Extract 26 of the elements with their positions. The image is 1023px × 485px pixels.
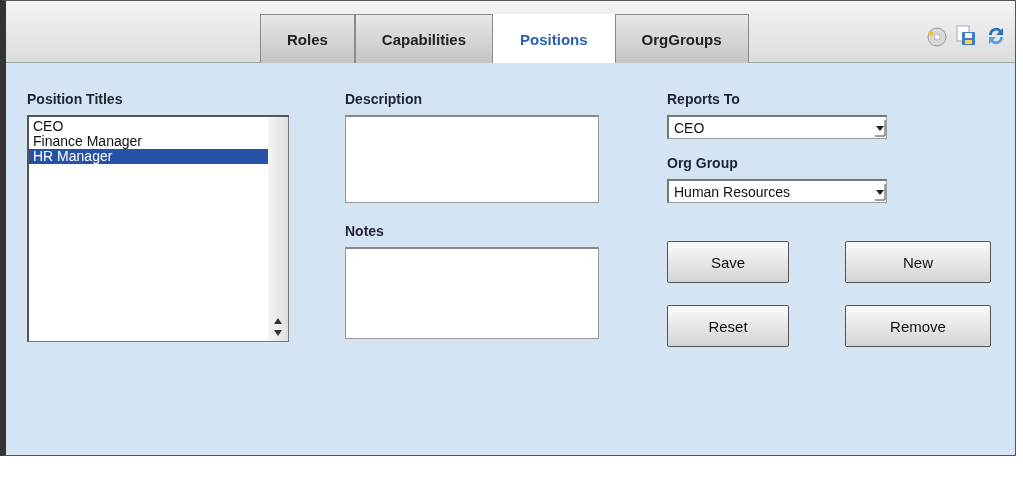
- list-item[interactable]: HR Manager: [29, 149, 268, 164]
- tab[interactable]: Positions: [493, 14, 615, 63]
- list-item[interactable]: Finance Manager: [29, 134, 268, 149]
- list-item[interactable]: CEO: [29, 119, 268, 134]
- notes-field[interactable]: [345, 247, 599, 339]
- field-label: Description: [345, 91, 423, 107]
- dropdown-arrow-icon: [874, 182, 886, 201]
- select-value: Human Resources: [673, 183, 791, 200]
- description-field[interactable]: [345, 115, 599, 203]
- action-button[interactable]: Remove: [845, 305, 991, 347]
- action-button[interactable]: Save: [667, 241, 789, 283]
- dropdown-arrow-icon: [874, 118, 886, 137]
- field-label: Reports To: [667, 91, 741, 107]
- reports-to-dropdown[interactable]: CEO: [667, 115, 887, 139]
- save-icon[interactable]: [955, 25, 977, 47]
- action-button[interactable]: New: [845, 241, 991, 283]
- field-label: Org Group: [667, 155, 739, 171]
- field-label: Position Titles: [27, 91, 124, 107]
- tab[interactable]: Capabilities: [354, 14, 494, 63]
- org-group-dropdown[interactable]: Human Resources: [667, 179, 887, 203]
- field-label: Notes: [345, 223, 385, 239]
- select-value: CEO: [673, 119, 706, 136]
- disc-icon[interactable]: [925, 25, 947, 47]
- action-button[interactable]: Reset: [667, 305, 789, 347]
- tab[interactable]: OrgGroups: [614, 14, 749, 63]
- tab[interactable]: Roles: [260, 14, 355, 63]
